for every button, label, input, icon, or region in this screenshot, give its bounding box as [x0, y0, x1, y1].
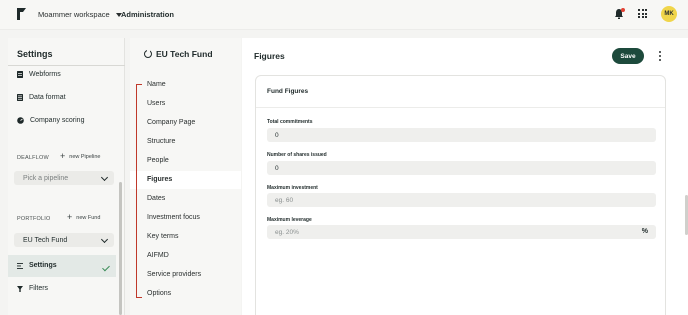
total-commitments-input[interactable]: 0: [267, 128, 656, 142]
sidebar-item-label: Webforms: [29, 71, 61, 78]
workspace-name: Moammer workspace: [38, 10, 110, 19]
data-format-icon: [17, 94, 23, 101]
fund-title: EU Tech Fund: [144, 49, 213, 59]
maximum-investment-placeholder: eg. 60: [275, 196, 294, 204]
page-title: Figures: [254, 51, 285, 61]
maximum-leverage-placeholder: eg. 20%: [275, 228, 299, 236]
filter-icon: [17, 285, 23, 292]
plus-icon: +: [67, 212, 73, 222]
divider: [8, 65, 125, 66]
maximum-leverage-label: Maximum leverage: [267, 217, 312, 223]
sidebar-item-filters[interactable]: Filters: [17, 285, 48, 292]
gauge-icon: [17, 117, 24, 124]
sidebar-item-data-format[interactable]: Data format: [17, 94, 66, 101]
notification-badge: [621, 8, 625, 12]
fund-nav-item-service-providers[interactable]: Service providers: [147, 271, 201, 278]
sidebar-item-settings[interactable]: Settings: [17, 262, 57, 269]
plus-icon: +: [60, 151, 66, 161]
fund-nav-item-people[interactable]: People: [147, 157, 169, 164]
fund-select-value: EU Tech Fund: [23, 236, 68, 244]
new-fund-label: new Fund: [76, 214, 101, 221]
fund-status-icon: [144, 50, 152, 58]
fund-nav-item-name[interactable]: Name: [147, 81, 166, 88]
fund-nav-panel: EU Tech Fund Name Users Company Page Str…: [130, 38, 241, 315]
list-icon: [17, 262, 23, 269]
fund-nav-item-figures[interactable]: Figures: [147, 176, 172, 183]
workspace-switcher[interactable]: Moammer workspace: [38, 10, 122, 19]
fund-title-text: EU Tech Fund: [156, 49, 213, 59]
new-pipeline-button[interactable]: + new Pipeline: [60, 152, 100, 161]
chevron-down-icon: [100, 235, 109, 244]
shares-issued-input[interactable]: 0: [267, 161, 656, 175]
top-bar: Moammer workspace Administration MK: [0, 0, 688, 30]
fund-nav-item-dates[interactable]: Dates: [147, 195, 165, 202]
card-title: Fund Figures: [267, 88, 309, 95]
pipeline-select[interactable]: Pick a pipeline: [14, 171, 114, 185]
fund-nav-item-options[interactable]: Options: [147, 290, 171, 297]
fund-nav-item-structure[interactable]: Structure: [147, 138, 175, 145]
sidebar-item-label: Settings: [29, 262, 57, 269]
fund-nav-item-aifmd[interactable]: AIFMD: [147, 252, 169, 259]
total-commitments-label: Total commitments: [267, 119, 313, 125]
apps-grid-icon[interactable]: [638, 9, 647, 18]
section-title: Administration: [121, 10, 174, 19]
app-logo-icon[interactable]: [17, 8, 26, 20]
shares-issued-value: 0: [275, 164, 279, 172]
percent-suffix: %: [641, 228, 648, 235]
main-content: Figures Save Fund Figures Total commitme…: [242, 38, 688, 315]
maximum-investment-input[interactable]: eg. 60: [267, 193, 656, 207]
fund-nav-item-company-page[interactable]: Company Page: [147, 119, 195, 126]
annotation-bracket: [136, 84, 142, 298]
fund-nav-item-key-terms[interactable]: Key terms: [147, 233, 179, 240]
total-commitments-value: 0: [275, 131, 279, 139]
sidebar-scrollbar[interactable]: [119, 182, 122, 315]
sidebar-item-label: Filters: [29, 285, 49, 292]
sidebar-item-webforms[interactable]: Webforms: [17, 71, 61, 78]
settings-sidebar: Settings Webforms Data format Company sc…: [8, 38, 125, 315]
user-avatar[interactable]: MK: [661, 6, 677, 22]
pipeline-select-placeholder: Pick a pipeline: [23, 174, 69, 182]
fund-select[interactable]: EU Tech Fund: [14, 233, 114, 247]
sidebar-title: Settings: [17, 49, 53, 59]
portfolio-section-label: PORTFOLIO: [17, 216, 51, 222]
divider: [256, 107, 665, 108]
fund-figures-card: Fund Figures Total commitments 0 Number …: [255, 75, 666, 315]
fund-nav-item-investment-focus[interactable]: Investment focus: [147, 214, 200, 221]
save-button[interactable]: Save: [612, 48, 644, 64]
fund-nav-item-users[interactable]: Users: [147, 100, 165, 107]
sidebar-item-label: Company scoring: [30, 117, 85, 124]
sidebar-item-company-scoring[interactable]: Company scoring: [17, 117, 84, 124]
new-fund-button[interactable]: + new Fund: [67, 213, 100, 222]
chevron-down-icon: [100, 173, 109, 182]
webform-icon: [17, 71, 23, 78]
sidebar-item-label: Data format: [29, 94, 66, 101]
new-pipeline-label: new Pipeline: [69, 153, 101, 160]
more-options-icon[interactable]: [658, 51, 661, 61]
maximum-leverage-input[interactable]: eg. 20% %: [267, 225, 656, 239]
shares-issued-label: Number of shares issued: [267, 152, 327, 158]
maximum-investment-label: Maximum investment: [267, 185, 318, 191]
dealflow-section-label: DEALFLOW: [17, 155, 49, 161]
